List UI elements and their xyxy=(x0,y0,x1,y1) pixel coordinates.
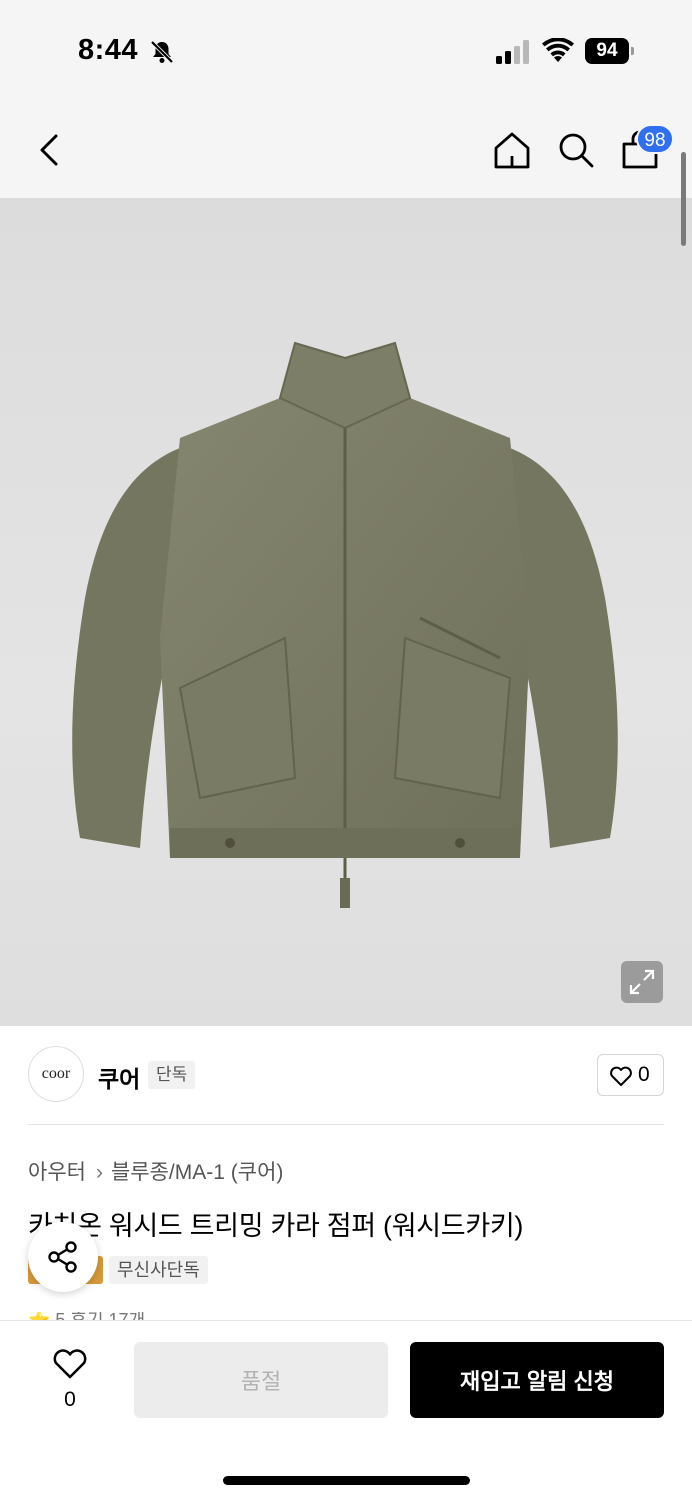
restock-alert-button[interactable]: 재입고 알림 신청 xyxy=(410,1342,664,1418)
battery-cap xyxy=(631,47,634,55)
back-arrow-icon[interactable] xyxy=(32,128,68,172)
wishlist-button[interactable]: 0 xyxy=(46,1344,94,1414)
rating-summary[interactable]: ⭐ 5 후기 17개 xyxy=(28,1312,178,1320)
chevron-right-icon: › xyxy=(95,1161,103,1184)
product-image[interactable] xyxy=(0,198,692,1026)
brand-logo[interactable]: coor xyxy=(28,1046,84,1102)
home-icon[interactable] xyxy=(490,128,534,172)
top-nav-bar xyxy=(0,100,692,198)
status-time: 8:44 xyxy=(78,34,139,66)
breadcrumb-subcategory[interactable]: 블루종/MA-1 (쿠어) xyxy=(111,1161,283,1184)
brand-like-button[interactable]: 0 xyxy=(597,1054,664,1096)
status-bar: 8:44 94 xyxy=(0,0,692,100)
expand-image-icon[interactable] xyxy=(621,961,663,1003)
heart-icon xyxy=(53,1349,87,1379)
scrollbar[interactable] xyxy=(681,152,686,246)
sold-out-button[interactable]: 품절 xyxy=(134,1342,388,1418)
wishlist-count: 0 xyxy=(64,1388,76,1411)
breadcrumb: 아우터 › 블루종/MA-1 (쿠어) xyxy=(28,1156,283,1186)
cart-count-badge: 98 xyxy=(636,124,674,154)
brand-name[interactable]: 쿠어 xyxy=(98,1060,140,1094)
search-icon[interactable] xyxy=(554,128,598,172)
exclusive-badge: 무신사단독 xyxy=(109,1256,208,1284)
home-indicator xyxy=(223,1476,470,1485)
wifi-icon xyxy=(542,38,574,62)
brand-like-count: 0 xyxy=(638,1063,650,1086)
battery-percent: 94 xyxy=(596,40,618,61)
silent-bell-icon xyxy=(150,40,174,64)
share-button[interactable] xyxy=(28,1222,98,1292)
share-icon xyxy=(48,1241,77,1273)
divider xyxy=(28,1124,664,1125)
cellular-signal-icon xyxy=(496,40,529,64)
breadcrumb-category[interactable]: 아우터 xyxy=(28,1161,86,1184)
jacket-illustration xyxy=(72,341,618,908)
brand-exclusive-tag: 단독 xyxy=(148,1061,196,1089)
product-title: 카치온 워시드 트리밍 카라 점퍼 (워시드카키) xyxy=(28,1211,524,1241)
product-detail-page: 8:44 94 98 coor 쿠어 단독 0 아우터 › 블루종/MA-1 (… xyxy=(0,0,692,1500)
heart-icon xyxy=(610,1066,632,1086)
battery-icon: 94 xyxy=(585,38,635,64)
